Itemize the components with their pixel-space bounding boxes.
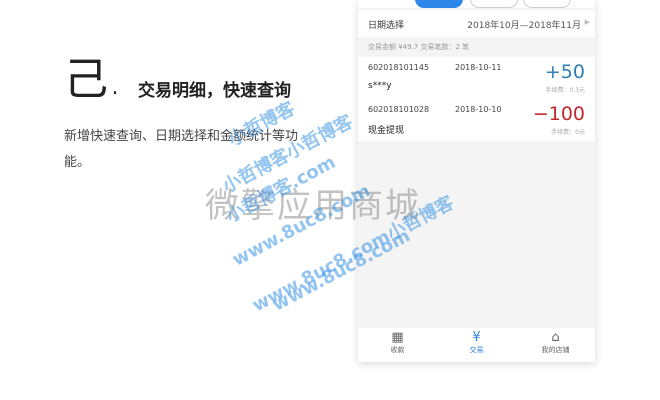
transaction-id: 602018101145 (368, 63, 430, 72)
filter-tab[interactable] (470, 0, 518, 8)
transaction-date: 2018-10-10 (455, 105, 502, 114)
transaction-name: 现金提现 (368, 126, 405, 136)
summary-bar: 交易金额 ¥49.7 交易笔数：2 笔 (368, 43, 470, 51)
transaction-id: 602018101028 (368, 105, 430, 114)
nav-label: 交易 (469, 346, 484, 354)
chevron-right-icon: ▶ (584, 18, 590, 26)
transaction-row[interactable]: 602018101028 2018-10-10 现金提现 −100 手续费：0元 (358, 99, 595, 141)
date-label: 日期选择 (368, 21, 405, 31)
transaction-fee: 手续费：0.3元 (545, 87, 585, 94)
filter-tab[interactable] (523, 0, 571, 8)
store-icon: ⌂ (551, 330, 560, 345)
transaction-row[interactable]: 602018101145 2018-10-11 s***y +50 手续费：0.… (358, 57, 595, 99)
qr-code-icon: ▦ (391, 330, 404, 345)
bottom-nav: ▦ 收款 ¥ 交易 ⌂ 我的店铺 (358, 328, 595, 362)
date-picker-row[interactable]: 日期选择 2018年10月—2018年11月 ▶ (358, 10, 595, 37)
transaction-amount: +50 (544, 61, 585, 83)
filter-tabs (358, 0, 595, 8)
filter-tab-active[interactable] (415, 0, 463, 8)
nav-item-transactions[interactable]: ¥ 交易 (437, 328, 516, 362)
transaction-name: s***y (368, 81, 392, 91)
transaction-fee: 手续费：0元 (551, 129, 585, 136)
transaction-amount: −100 (532, 103, 585, 125)
nav-label: 收款 (390, 346, 405, 354)
date-range: 2018年10月—2018年11月 (467, 21, 581, 31)
nav-item-collect[interactable]: ▦ 收款 (358, 328, 437, 362)
section-title: 交易明细，快速查询 (138, 81, 291, 101)
transaction-date: 2018-10-11 (455, 63, 502, 72)
nav-item-store[interactable]: ⌂ 我的店铺 (516, 328, 595, 362)
nav-label: 我的店铺 (541, 346, 570, 354)
section-number: 己. (64, 54, 122, 105)
yuan-icon: ¥ (472, 330, 481, 345)
